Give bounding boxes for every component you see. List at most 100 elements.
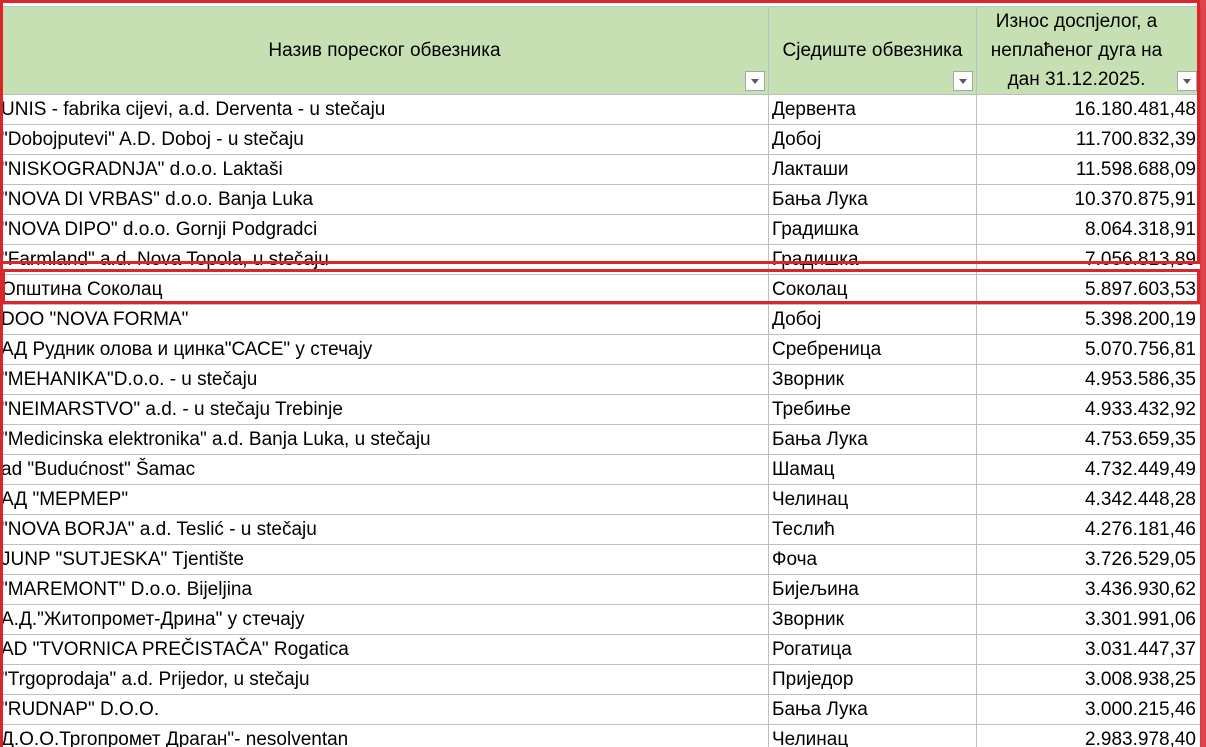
table-row[interactable]: "Trgoprodaja" a.d. Prijedor, u stečaju Пр… — [0, 664, 1201, 695]
table-row[interactable]: Општина Соколац Соколац 5.897.603,53 — [0, 274, 1201, 305]
cell-seat[interactable]: Добој — [768, 304, 977, 335]
cell-seat[interactable]: Бања Лука — [768, 694, 977, 725]
cell-seat[interactable]: Теслић — [768, 514, 977, 545]
cell-debt-amount[interactable]: 5.070.756,81 — [976, 334, 1201, 365]
cell-debt-amount[interactable]: 11.598.688,09 — [976, 154, 1201, 185]
cell-taxpayer-name[interactable]: "NISKOGRADNJA" d.o.o. Laktaši — [0, 154, 769, 185]
cell-seat[interactable]: Шамац — [768, 454, 977, 485]
table-row[interactable]: "NOVA DI VRBAS" d.o.o. Banja Luka Бања Лу… — [0, 184, 1201, 215]
debtors-table: Назив пореског обвезника Сједиште обвезн… — [0, 6, 1201, 747]
table-row[interactable]: "RUDNAP" D.O.O. Бања Лука 3.000.215,46 — [0, 694, 1201, 725]
header-label-name: Назив пореског обвезника — [268, 40, 501, 61]
header-cell-seat[interactable]: Сједиште обвезника — [768, 6, 977, 95]
cell-taxpayer-name[interactable]: А.Д."Житопромет-Дрина" у стечају — [0, 604, 769, 635]
cell-debt-amount[interactable]: 3.726.529,05 — [976, 544, 1201, 575]
cell-debt-amount[interactable]: 4.753.659,35 — [976, 424, 1201, 455]
filter-dropdown-icon[interactable] — [1177, 71, 1197, 91]
cell-taxpayer-name[interactable]: ad "Budućnost" Šamac — [0, 454, 769, 485]
table-row[interactable]: AD "TVORNICA PREČISTAČA" Rogatica Рогатиц… — [0, 634, 1201, 665]
cell-seat[interactable]: Зворник — [768, 364, 977, 395]
table-row[interactable]: "Dobojputevi" A.D. Doboj - u stečaju Добо… — [0, 124, 1201, 155]
table-body: UNIS - fabrika cijevi, a.d. Derventa - u… — [0, 94, 1201, 747]
cell-taxpayer-name[interactable]: AD "TVORNICA PREČISTAČA" Rogatica — [0, 634, 769, 665]
header-label-seat: Сједиште обвезника — [782, 40, 963, 61]
cell-debt-amount[interactable]: 8.064.318,91 — [976, 214, 1201, 245]
filter-dropdown-icon[interactable] — [745, 71, 765, 91]
table-row[interactable]: JUNP "SUTJESKA" Tjentište Фоча 3.726.529,0… — [0, 544, 1201, 575]
cell-taxpayer-name[interactable]: "MAREMONT" D.o.o. Bijeljina — [0, 574, 769, 605]
table-row[interactable]: "MAREMONT" D.o.o. Bijeljina Бијељина 3.436… — [0, 574, 1201, 605]
table-row[interactable]: "NEIMARSTVO" a.d. - u stečaju Trebinje Тр… — [0, 394, 1201, 425]
cell-seat[interactable]: Градишка — [768, 244, 977, 275]
cell-debt-amount[interactable]: 7.056.813,89 — [976, 244, 1201, 275]
cell-taxpayer-name[interactable]: "Trgoprodaja" a.d. Prijedor, u stečaju — [0, 664, 769, 695]
cell-taxpayer-name[interactable]: "NOVA BORJA" a.d. Teslić - u stečaju — [0, 514, 769, 545]
cell-seat[interactable]: Бања Лука — [768, 184, 977, 215]
cell-taxpayer-name[interactable]: "Medicinska elektronika" a.d. Banja Luka… — [0, 424, 769, 455]
table-row[interactable]: "NOVA DIPO" d.o.o. Gornji Podgradci Гради… — [0, 214, 1201, 245]
cell-seat[interactable]: Сребреница — [768, 334, 977, 365]
table-row[interactable]: АД Рудник олова и цинка"САСЕ" у стечају С… — [0, 334, 1201, 365]
cell-seat[interactable]: Зворник — [768, 604, 977, 635]
table-row[interactable]: UNIS - fabrika cijevi, a.d. Derventa - u… — [0, 94, 1201, 125]
cell-taxpayer-name[interactable]: UNIS - fabrika cijevi, a.d. Derventa - u… — [0, 94, 769, 125]
cell-debt-amount[interactable]: 3.436.930,62 — [976, 574, 1201, 605]
cell-seat[interactable]: Соколац — [768, 274, 977, 305]
table-row[interactable]: "NOVA BORJA" a.d. Teslić - u stečaju Тесл… — [0, 514, 1201, 545]
cell-debt-amount[interactable]: 3.008.938,25 — [976, 664, 1201, 695]
cell-taxpayer-name[interactable]: АД Рудник олова и цинка"САСЕ" у стечају — [0, 334, 769, 365]
table-row[interactable]: DOO "NOVA FORMA" Добој 5.398.200,19 — [0, 304, 1201, 335]
cell-debt-amount[interactable]: 3.000.215,46 — [976, 694, 1201, 725]
cell-taxpayer-name[interactable]: "Farmland" a.d. Nova Topola, u stečaju — [0, 244, 769, 275]
cell-debt-amount[interactable]: 4.276.181,46 — [976, 514, 1201, 545]
cell-debt-amount[interactable]: 4.953.586,35 — [976, 364, 1201, 395]
cell-debt-amount[interactable]: 4.933.432,92 — [976, 394, 1201, 425]
cell-taxpayer-name[interactable]: DOO "NOVA FORMA" — [0, 304, 769, 335]
cell-debt-amount[interactable]: 4.342.448,28 — [976, 484, 1201, 515]
table-row[interactable]: "Farmland" a.d. Nova Topola, u stečaju Гр… — [0, 244, 1201, 275]
filter-dropdown-icon[interactable] — [953, 71, 973, 91]
cell-debt-amount[interactable]: 11.700.832,39 — [976, 124, 1201, 155]
table-row[interactable]: Д.О.О.Тргопромет Драган"- nesolventan Чел… — [0, 724, 1201, 747]
cell-seat[interactable]: Требиње — [768, 394, 977, 425]
header-cell-amount[interactable]: Износ доспјелог, а неплаћеног дуга на да… — [976, 6, 1201, 95]
header-label-amount: Износ доспјелог, а неплаћеног дуга на да… — [990, 11, 1163, 90]
cell-debt-amount[interactable]: 4.732.449,49 — [976, 454, 1201, 485]
table-row[interactable]: ad "Budućnost" Šamac Шамац 4.732.449,49 — [0, 454, 1201, 485]
table-row[interactable]: А.Д."Житопромет-Дрина" у стечају Зворник 3… — [0, 604, 1201, 635]
cell-seat[interactable]: Приједор — [768, 664, 977, 695]
cell-debt-amount[interactable]: 10.370.875,91 — [976, 184, 1201, 215]
header-cell-name[interactable]: Назив пореског обвезника — [0, 6, 769, 95]
cell-seat[interactable]: Рогатица — [768, 634, 977, 665]
table-row[interactable]: АД "МЕРМЕР" Челинац 4.342.448,28 — [0, 484, 1201, 515]
cell-debt-amount[interactable]: 5.398.200,19 — [976, 304, 1201, 335]
cell-seat[interactable]: Челинац — [768, 724, 977, 747]
cell-taxpayer-name[interactable]: "NEIMARSTVO" a.d. - u stečaju Trebinje — [0, 394, 769, 425]
cell-taxpayer-name[interactable]: JUNP "SUTJESKA" Tjentište — [0, 544, 769, 575]
cell-taxpayer-name[interactable]: АД "МЕРМЕР" — [0, 484, 769, 515]
cell-taxpayer-name[interactable]: "MEHANIKA"D.o.o. - u stečaju — [0, 364, 769, 395]
cell-seat[interactable]: Дервента — [768, 94, 977, 125]
cell-taxpayer-name[interactable]: "NOVA DI VRBAS" d.o.o. Banja Luka — [0, 184, 769, 215]
cell-seat[interactable]: Бијељина — [768, 574, 977, 605]
cell-taxpayer-name[interactable]: "NOVA DIPO" d.o.o. Gornji Podgradci — [0, 214, 769, 245]
cell-taxpayer-name[interactable]: "RUDNAP" D.O.O. — [0, 694, 769, 725]
spreadsheet: Назив пореског обвезника Сједиште обвезн… — [0, 0, 1206, 747]
cell-seat[interactable]: Челинац — [768, 484, 977, 515]
cell-taxpayer-name[interactable]: "Dobojputevi" A.D. Doboj - u stečaju — [0, 124, 769, 155]
table-row[interactable]: "NISKOGRADNJA" d.o.o. Laktaši Лакташи 11.5… — [0, 154, 1201, 185]
cell-debt-amount[interactable]: 3.031.447,37 — [976, 634, 1201, 665]
cell-debt-amount[interactable]: 16.180.481,48 — [976, 94, 1201, 125]
cell-seat[interactable]: Бања Лука — [768, 424, 977, 455]
cell-seat[interactable]: Лакташи — [768, 154, 977, 185]
table-row[interactable]: "Medicinska elektronika" a.d. Banja Luka… — [0, 424, 1201, 455]
cell-debt-amount[interactable]: 5.897.603,53 — [976, 274, 1201, 305]
cell-seat[interactable]: Добој — [768, 124, 977, 155]
cell-debt-amount[interactable]: 2.983.978,40 — [976, 724, 1201, 747]
table-row[interactable]: "MEHANIKA"D.o.o. - u stečaju Зворник 4.953… — [0, 364, 1201, 395]
cell-taxpayer-name[interactable]: Д.О.О.Тргопромет Драган"- nesolventan — [0, 724, 769, 747]
cell-seat[interactable]: Градишка — [768, 214, 977, 245]
cell-seat[interactable]: Фоча — [768, 544, 977, 575]
cell-taxpayer-name[interactable]: Општина Соколац — [0, 274, 769, 305]
cell-debt-amount[interactable]: 3.301.991,06 — [976, 604, 1201, 635]
